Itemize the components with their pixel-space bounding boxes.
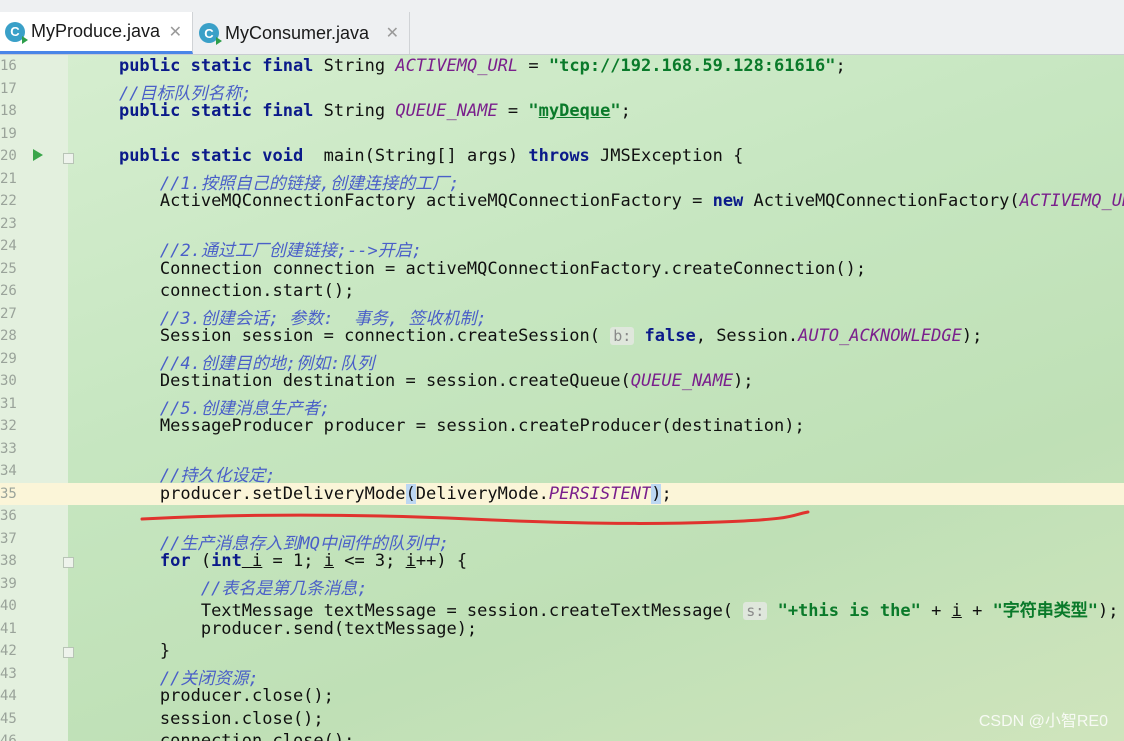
editor-tab-bar: C MyProduce.java ✕ C MyConsumer.java ✕ <box>0 0 1124 55</box>
tab-myconsumer[interactable]: C MyConsumer.java ✕ <box>194 12 410 54</box>
tab-label: MyConsumer.java <box>225 22 370 43</box>
watermark: CSDN @小智RE0 <box>978 713 1108 730</box>
tab-myproduce[interactable]: C MyProduce.java ✕ <box>0 12 193 54</box>
java-class-icon: C <box>5 21 28 44</box>
red-underline-annotation <box>140 510 810 525</box>
close-icon[interactable]: ✕ <box>169 22 182 42</box>
close-icon[interactable]: ✕ <box>386 23 399 43</box>
tab-label: MyProduce.java <box>31 21 161 41</box>
java-class-icon: C <box>199 23 222 45</box>
code-editor[interactable]: 16 public static final String ACTIVEMQ_U… <box>0 55 1124 741</box>
